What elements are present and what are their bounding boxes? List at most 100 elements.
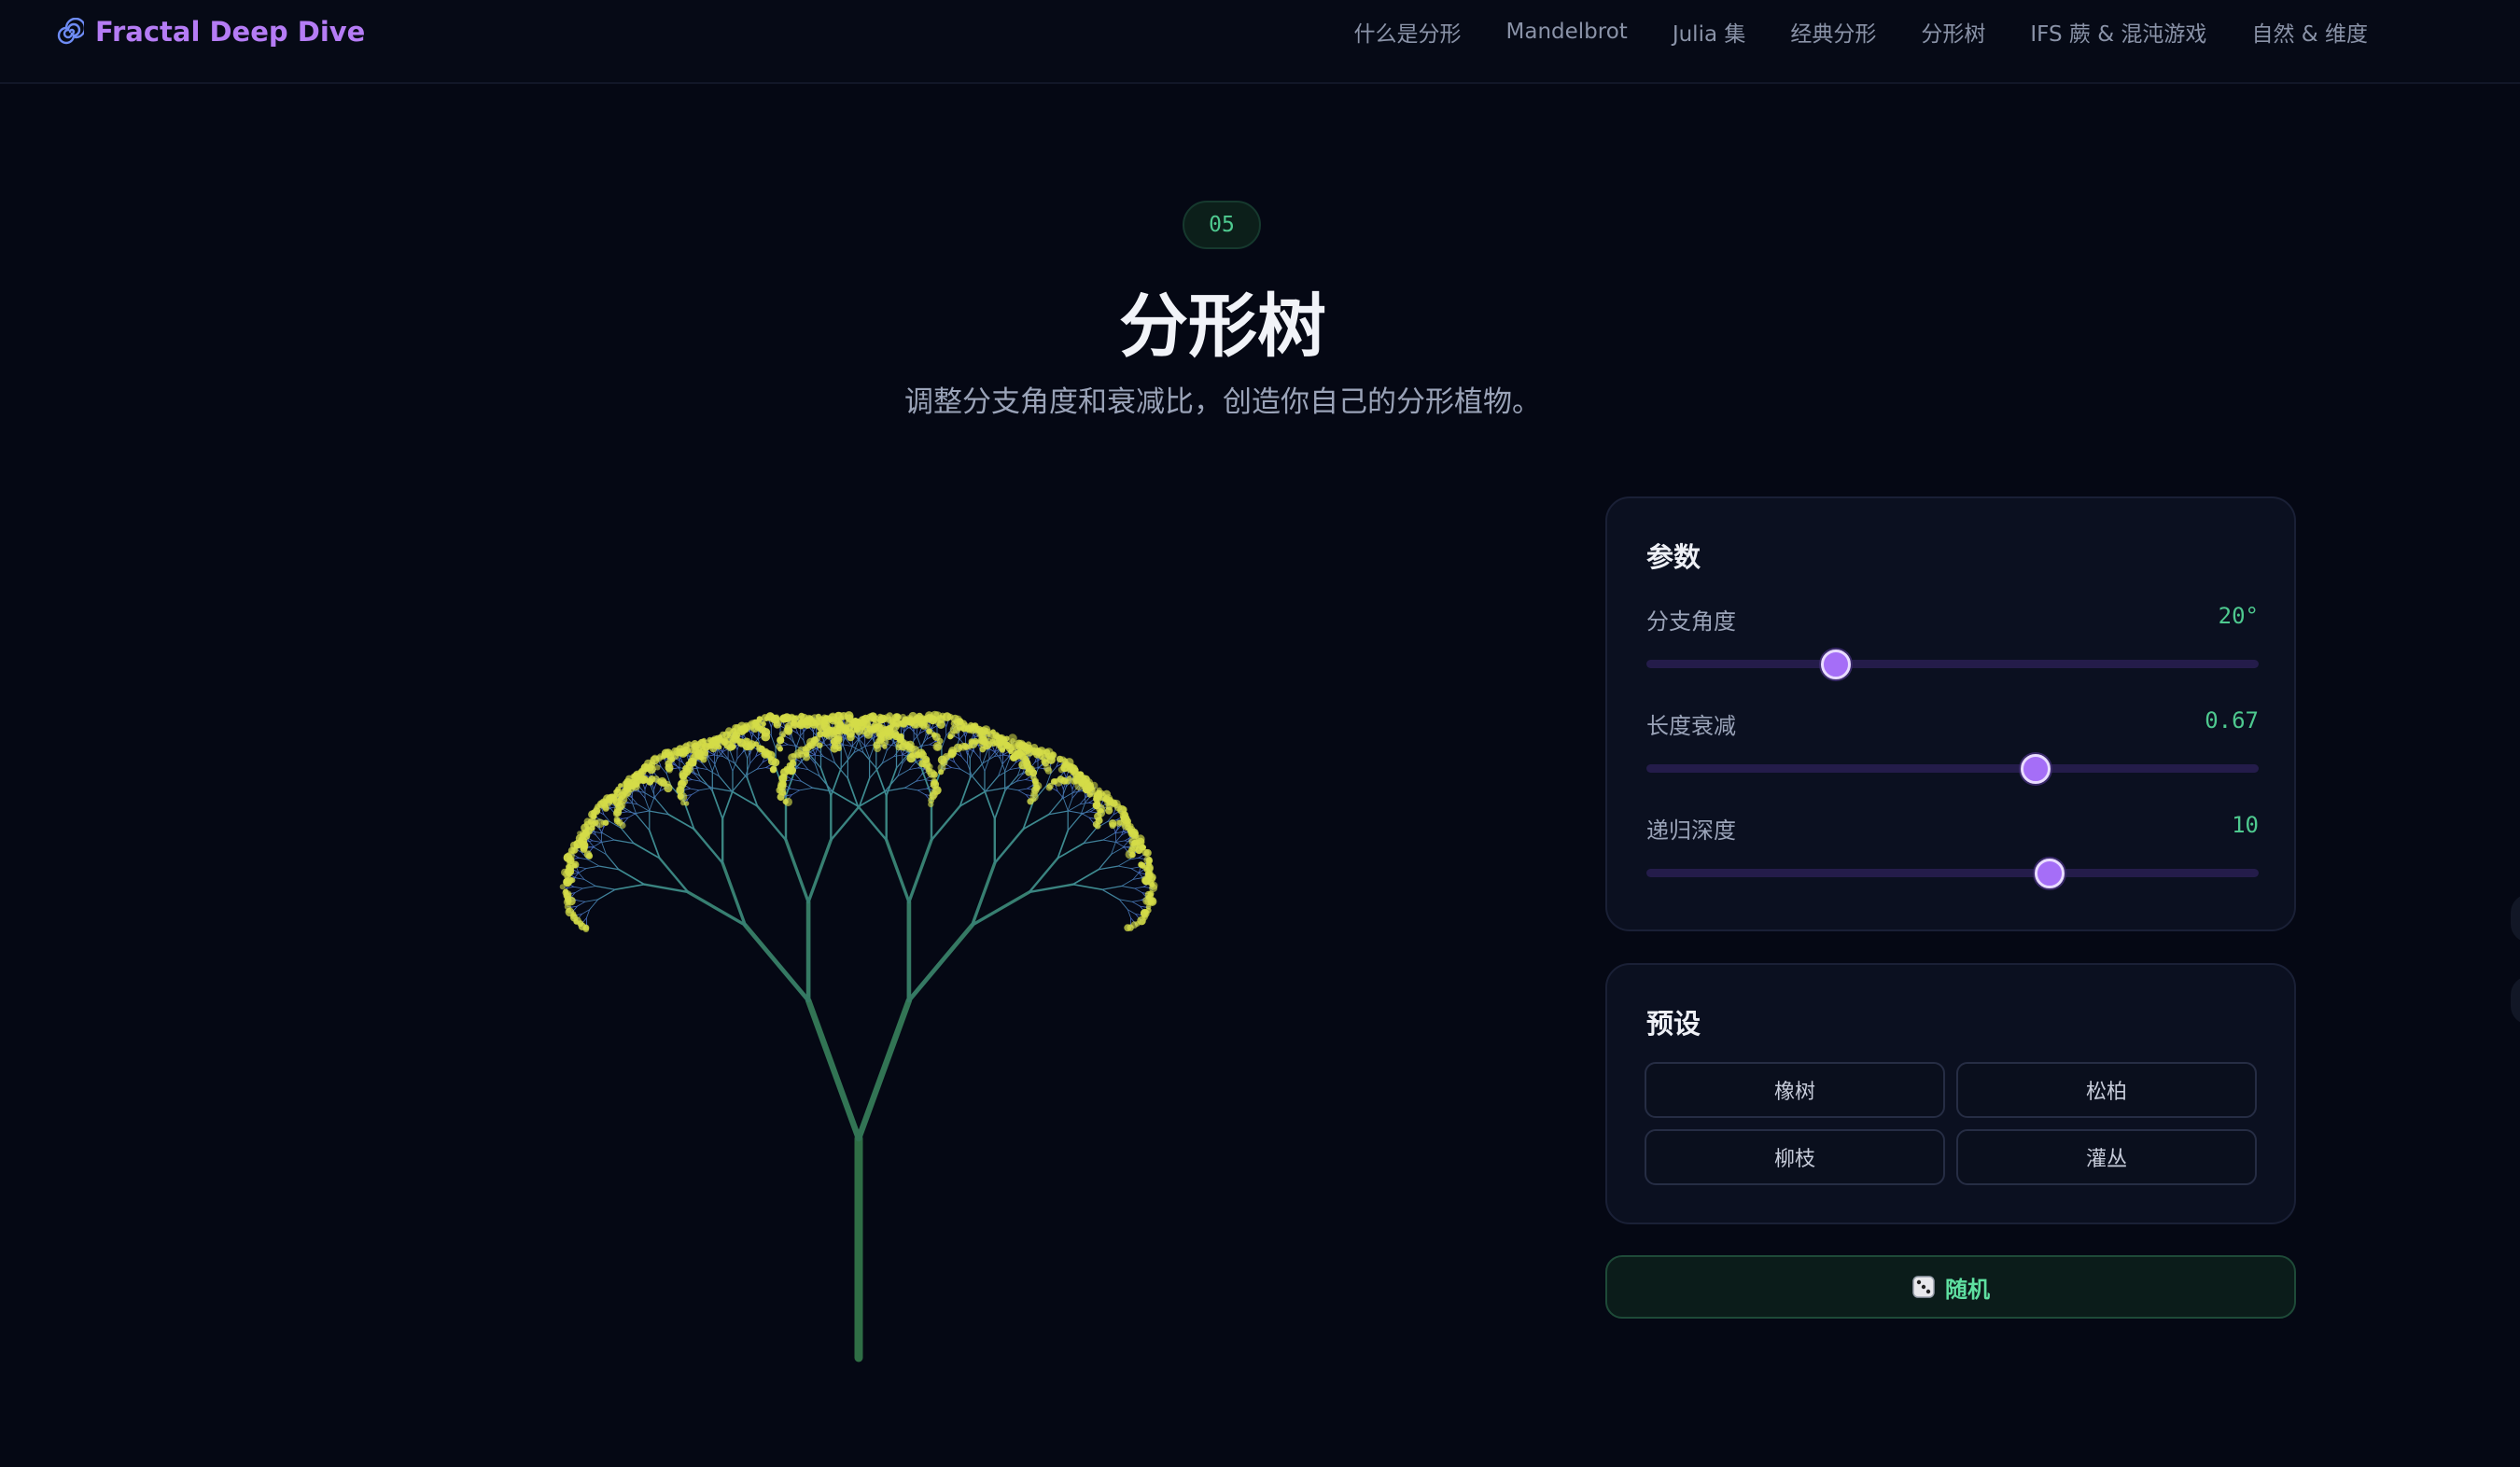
edge-scroll-control-top[interactable]: [2511, 894, 2520, 943]
tree-branch: [906, 922, 975, 1003]
nav-item-fractal-tree[interactable]: 分形树: [1921, 16, 1985, 48]
tree-leaf: [899, 720, 906, 727]
angle-slider-thumb[interactable]: [1821, 650, 1852, 679]
tree-branch: [1134, 887, 1143, 894]
tree-branch: [945, 764, 953, 768]
tree-leaf: [863, 730, 874, 739]
tree-leaf: [931, 771, 938, 778]
angle-slider-track[interactable]: [1646, 660, 2259, 668]
tree-branch: [690, 788, 700, 791]
tree-leaf: [727, 731, 733, 736]
params-panel: 参数 分支角度 20° 长度衰减 0.67 递归深度 10: [1605, 496, 2296, 931]
spiral-icon: [57, 18, 84, 45]
tree-branch: [627, 813, 637, 818]
edge-scroll-control-bottom[interactable]: [2511, 976, 2520, 1025]
tree-branch: [920, 734, 927, 749]
tree-branch: [1089, 811, 1097, 814]
nav-item-what-is-fractal[interactable]: 什么是分形: [1354, 16, 1462, 48]
tree-branch: [916, 734, 922, 749]
tree-branch: [1117, 859, 1130, 867]
preset-conifer-button[interactable]: 松柏: [1956, 1062, 2257, 1118]
decay-slider-thumb[interactable]: [2020, 754, 2051, 784]
tree-branch: [945, 767, 953, 770]
tree-branch: [574, 887, 583, 894]
nav-item-classic-fractals[interactable]: 经典分形: [1790, 16, 1876, 48]
nav-item-nature-dimension[interactable]: 自然 & 维度: [2251, 16, 2368, 48]
tree-leaf: [590, 817, 596, 824]
decay-slider-track[interactable]: [1646, 764, 2259, 773]
tree-branch: [1138, 854, 1144, 859]
fractal-tree-canvas: [559, 710, 1158, 1362]
tree-branch: [587, 859, 600, 867]
tree-leaf: [834, 734, 843, 742]
angle-label: 分支角度: [1646, 608, 1736, 635]
tree-branch: [973, 751, 981, 760]
tree-leaf: [999, 747, 1006, 753]
tree-branch: [1130, 868, 1140, 873]
tree-branch: [1115, 842, 1125, 847]
tree-branch: [749, 756, 757, 764]
nav-item-julia[interactable]: Julia 集: [1673, 16, 1746, 48]
random-button[interactable]: 随机: [1605, 1255, 2296, 1319]
tree-branch: [1130, 866, 1141, 870]
tree-branch: [1017, 789, 1027, 795]
tree-leaf: [761, 732, 771, 742]
tree-branch: [586, 840, 594, 843]
tree-branch: [1071, 883, 1103, 891]
tree-leaf: [873, 723, 880, 730]
tree-leaf: [1050, 751, 1057, 759]
tree-branch: [917, 789, 926, 795]
tree-leaf: [990, 741, 997, 747]
depth-slider-track[interactable]: [1646, 869, 2259, 877]
params-panel-title: 参数: [1646, 541, 1701, 573]
nav-item-mandelbrot[interactable]: Mandelbrot: [1506, 20, 1628, 44]
tree-branch: [843, 745, 848, 760]
tree-branch: [903, 787, 918, 791]
tree-leaf: [886, 712, 893, 720]
tree-branch: [1101, 888, 1120, 901]
preset-willow-button[interactable]: 柳枝: [1645, 1129, 1945, 1185]
presets-panel: 预设 橡树 松柏 柳枝 灌丛: [1605, 963, 2296, 1224]
decay-label: 长度衰减: [1646, 713, 1736, 739]
tree-branch: [856, 804, 888, 842]
nav-item-ifs-fern[interactable]: IFS 蕨 & 混沌游戏: [2030, 16, 2206, 48]
tree-branch: [907, 838, 933, 904]
tree-leaf: [974, 739, 980, 745]
tree-branch: [756, 804, 788, 842]
tree-branch: [1138, 857, 1145, 859]
brand-link[interactable]: Fractal Deep Dive: [56, 13, 365, 50]
tree-leaf: [918, 760, 927, 768]
depth-slider-thumb[interactable]: [2034, 859, 2065, 888]
preset-oak-button[interactable]: 橡树: [1645, 1062, 1945, 1118]
tree-leaf: [782, 799, 789, 805]
tree-branch: [1026, 785, 1033, 789]
tree-branch: [945, 720, 949, 728]
tree-branch: [732, 775, 747, 792]
tree-leaf: [704, 739, 713, 747]
tree-leaf: [731, 744, 736, 749]
tree-branch: [1002, 754, 1010, 757]
tree-leaf: [1073, 767, 1079, 773]
tree-leaf: [771, 758, 780, 767]
tree-branch: [799, 787, 814, 791]
preset-shrub-button[interactable]: 灌丛: [1956, 1129, 2257, 1185]
tree-branch: [686, 775, 693, 780]
random-button-label: 随机: [1945, 1276, 1990, 1303]
tree-branch: [642, 783, 646, 789]
tree-leaf: [776, 743, 782, 750]
tree-branch: [1131, 901, 1141, 907]
top-nav-bar: Fractal Deep Dive 什么是分形 Mandelbrot Julia…: [0, 0, 2520, 84]
tree-branch: [1025, 775, 1031, 780]
tree-branch: [801, 780, 814, 789]
tree-leaf: [563, 888, 568, 894]
tree-leaf: [985, 728, 991, 735]
tree-branch: [814, 748, 818, 756]
tree-branch: [819, 767, 833, 797]
tree-branch: [1115, 834, 1123, 843]
tree-leaf: [769, 766, 777, 774]
tree-branch: [583, 878, 596, 887]
tree-branch: [614, 883, 646, 891]
tree-branch: [1134, 886, 1144, 889]
tree-branch: [1057, 790, 1064, 799]
tree-branch: [692, 767, 700, 770]
